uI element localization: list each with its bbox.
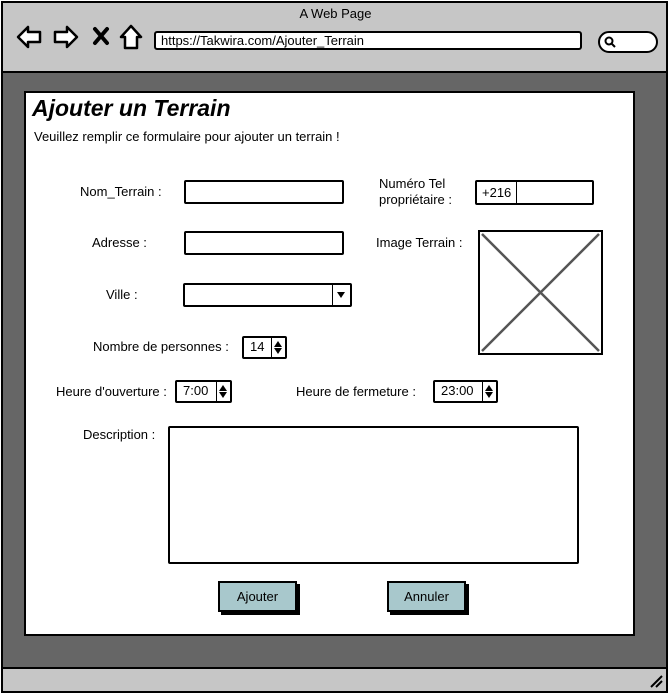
page-title: Ajouter un Terrain xyxy=(32,95,231,121)
ville-select[interactable] xyxy=(183,283,352,307)
nombre-personnes-stepper[interactable]: 14 xyxy=(242,336,287,359)
heure-ouverture-label: Heure d'ouverture : xyxy=(56,384,167,399)
ville-dropdown-button[interactable] xyxy=(332,285,350,305)
search-icon xyxy=(604,36,616,48)
heure-fermeture-value: 23:00 xyxy=(441,383,474,398)
status-bar xyxy=(1,667,668,693)
heure-fermeture-label: Heure de fermeture : xyxy=(296,384,416,399)
ajouter-button[interactable]: Ajouter xyxy=(218,581,297,612)
description-label: Description : xyxy=(83,427,156,442)
image-placeholder-icon[interactable] xyxy=(478,230,603,355)
window-title: A Web Page xyxy=(299,6,372,21)
nom-terrain-label: Nom_Terrain : xyxy=(80,184,162,199)
numero-tel-input[interactable]: +216 xyxy=(475,180,594,205)
annuler-button[interactable]: Annuler xyxy=(387,581,466,612)
nombre-personnes-value: 14 xyxy=(250,339,265,354)
stepper-arrows-icon[interactable] xyxy=(482,382,496,401)
home-icon[interactable] xyxy=(118,24,144,50)
search-box[interactable] xyxy=(598,31,658,53)
tel-prefix: +216 xyxy=(477,182,517,203)
back-arrow-icon[interactable] xyxy=(16,24,42,50)
stepper-arrows-icon[interactable] xyxy=(271,338,285,357)
nom-terrain-input[interactable] xyxy=(184,180,344,204)
ville-label: Ville : xyxy=(106,287,138,302)
image-terrain-label: Image Terrain : xyxy=(376,235,463,250)
chevron-down-icon xyxy=(337,292,345,298)
page-subtitle: Veuillez remplir ce formulaire pour ajou… xyxy=(34,129,340,144)
adresse-label: Adresse : xyxy=(92,235,147,250)
url-text: https://Takwira.com/Ajouter_Terrain xyxy=(161,33,365,48)
numero-tel-label-line2: propriétaire : xyxy=(379,192,452,207)
resize-grip-icon[interactable] xyxy=(648,673,664,689)
heure-fermeture-stepper[interactable]: 23:00 xyxy=(433,380,498,403)
numero-tel-label-line1: Numéro Tel xyxy=(379,176,446,191)
stepper-arrows-icon[interactable] xyxy=(216,382,230,401)
forward-arrow-icon[interactable] xyxy=(53,24,79,50)
url-bar[interactable]: https://Takwira.com/Ajouter_Terrain xyxy=(154,31,582,50)
adresse-input[interactable] xyxy=(184,231,344,255)
stop-icon[interactable] xyxy=(92,26,110,46)
heure-ouverture-value: 7:00 xyxy=(183,383,209,398)
description-textarea[interactable] xyxy=(168,426,579,564)
heure-ouverture-stepper[interactable]: 7:00 xyxy=(175,380,232,403)
nombre-personnes-label: Nombre de personnes : xyxy=(93,339,229,354)
